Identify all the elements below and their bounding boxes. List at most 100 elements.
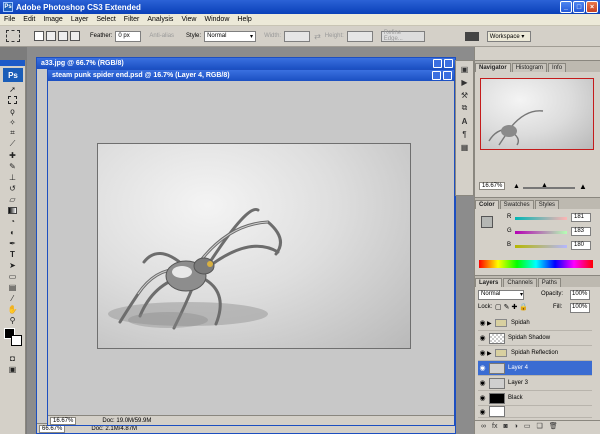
expand-triangle-icon[interactable]: ▶ (487, 350, 495, 357)
lasso-tool-icon[interactable]: ϙ (6, 106, 19, 116)
zoom-out-icon[interactable]: ▲ (513, 183, 520, 190)
healing-brush-tool-icon[interactable]: ✚ (6, 150, 19, 160)
menu-help[interactable]: Help (233, 16, 255, 23)
eraser-tool-icon[interactable]: ▱ (6, 194, 19, 204)
menu-view[interactable]: View (177, 16, 200, 23)
layer-row-partial[interactable]: ◉ (478, 406, 592, 418)
add-mask-icon[interactable]: ◙ (503, 423, 507, 430)
menu-file[interactable]: File (0, 16, 19, 23)
delete-layer-icon[interactable]: 🗑 (549, 422, 558, 430)
menu-edit[interactable]: Edit (19, 16, 39, 23)
paragraph-panel-icon[interactable]: ¶ (458, 129, 471, 139)
artwork-image[interactable] (97, 143, 411, 349)
color-spectrum-bar[interactable] (479, 260, 593, 268)
menu-analysis[interactable]: Analysis (143, 16, 177, 23)
slice-tool-icon[interactable]: ⟋ (6, 139, 19, 149)
palette-well-icon[interactable] (464, 31, 479, 41)
document-window-spider[interactable]: steam punk spider end.psd @ 16.7% (Layer… (47, 69, 455, 426)
feather-input[interactable]: 0 px (115, 30, 142, 42)
tool-presets-panel-icon[interactable]: ⚒ (458, 90, 471, 100)
menu-select[interactable]: Select (92, 16, 119, 23)
maximize-button[interactable]: □ (573, 1, 585, 13)
tab-histogram[interactable]: Histogram (511, 63, 548, 72)
new-group-icon[interactable]: ▭ (524, 422, 531, 430)
fill-input[interactable]: 100% (570, 303, 590, 313)
new-layer-icon[interactable]: ❑ (537, 422, 543, 430)
zoom-field[interactable]: 16.67% (50, 416, 77, 425)
marquee-tool-icon[interactable] (6, 95, 19, 105)
red-slider[interactable] (515, 217, 567, 220)
tab-swatches[interactable]: Swatches (499, 200, 534, 209)
document-title-a33[interactable]: a33.jpg @ 66.7% (RGB/8) (37, 58, 455, 69)
move-tool-icon[interactable]: ➚ (6, 84, 19, 94)
blue-slider[interactable] (515, 245, 567, 248)
tab-navigator[interactable]: Navigator (475, 63, 511, 72)
document-minimize-button[interactable] (432, 71, 441, 80)
blend-mode-select[interactable]: Normal ▾ (478, 290, 524, 300)
tab-color[interactable]: Color (475, 200, 499, 209)
document-title-spider[interactable]: steam punk spider end.psd @ 16.7% (Layer… (48, 70, 454, 81)
tab-paths[interactable]: Paths (537, 278, 562, 287)
path-selection-tool-icon[interactable]: ➤ (6, 260, 19, 270)
zoom-tool-icon[interactable]: ⚲ (6, 315, 19, 325)
quick-mask-icon[interactable]: ◘ (6, 353, 19, 363)
menu-window[interactable]: Window (200, 16, 233, 23)
blur-tool-icon[interactable]: ◔ (6, 216, 19, 226)
style-select[interactable]: Normal ▾ (204, 30, 257, 42)
shape-tool-icon[interactable]: ▭ (6, 271, 19, 281)
expand-triangle-icon[interactable]: ▶ (487, 320, 495, 327)
green-slider[interactable] (515, 231, 567, 234)
navigator-thumbnail[interactable] (480, 78, 594, 150)
hand-tool-icon[interactable]: ✋ (6, 304, 19, 314)
layer-row-spidah-reflection[interactable]: ◉ ▶ Spidah Reflection (478, 346, 592, 361)
layer-row-spidah-shadow[interactable]: ◉ Spidah Shadow (478, 331, 592, 346)
zoom-in-icon[interactable]: ▲ (579, 182, 587, 191)
tab-channels[interactable]: Channels (503, 278, 537, 287)
background-color-swatch[interactable] (11, 335, 22, 346)
adjustment-layer-icon[interactable]: ◑ (514, 423, 518, 430)
layer-row-spidah[interactable]: ◉ ▶ Spidah (478, 316, 592, 331)
history-brush-tool-icon[interactable]: ↺ (6, 183, 19, 193)
crop-tool-icon[interactable]: ⌗ (6, 128, 19, 138)
magic-wand-tool-icon[interactable]: ✧ (6, 117, 19, 127)
pen-tool-icon[interactable]: ✒ (6, 238, 19, 248)
layer-row-black[interactable]: ◉ Black (478, 391, 592, 406)
character-panel-icon[interactable]: A (458, 116, 471, 126)
layer-comps-panel-icon[interactable]: ⧉ (458, 103, 471, 113)
tab-styles[interactable]: Styles (534, 200, 560, 209)
height-input[interactable] (346, 30, 373, 42)
document-maximize-button[interactable] (443, 71, 452, 80)
notes-tool-icon[interactable]: ▤ (6, 282, 19, 292)
screen-mode-icon[interactable]: ▣ (6, 364, 19, 374)
layer-row-layer-3[interactable]: ◉ Layer 3 (478, 376, 592, 391)
menu-layer[interactable]: Layer (67, 16, 93, 23)
minimize-button[interactable]: _ (560, 1, 572, 13)
visibility-eye-icon[interactable]: ◉ (478, 394, 487, 402)
clone-source-panel-icon[interactable]: ▦ (458, 142, 471, 152)
zoom-slider-handle[interactable]: ▲ (541, 182, 548, 189)
layer-style-icon[interactable]: fx (492, 423, 497, 430)
opacity-input[interactable]: 100% (570, 290, 590, 300)
anti-alias-checkbox[interactable]: Anti-alias (149, 33, 174, 39)
navigator-zoom-slider[interactable] (523, 187, 575, 189)
actions-panel-icon[interactable]: ▶ (458, 77, 471, 87)
tab-info[interactable]: Info (548, 63, 567, 72)
menu-image[interactable]: Image (39, 16, 66, 23)
workspace-button[interactable]: Workspace ▾ (486, 30, 531, 42)
eyedropper-tool-icon[interactable]: ⁄ (6, 293, 19, 303)
clone-stamp-tool-icon[interactable]: ⊥ (6, 172, 19, 182)
history-panel-icon[interactable]: ▣ (458, 64, 471, 74)
visibility-eye-icon[interactable]: ◉ (478, 364, 487, 372)
visibility-eye-icon[interactable]: ◉ (478, 349, 487, 357)
visibility-eye-icon[interactable]: ◉ (478, 408, 487, 416)
visibility-eye-icon[interactable]: ◉ (478, 379, 487, 387)
color-foreground-swatch[interactable] (481, 216, 493, 228)
link-layers-icon[interactable]: ∞ (481, 423, 486, 430)
document-minimize-button[interactable] (433, 59, 442, 68)
refine-edge-button[interactable]: Refine Edge... (380, 30, 425, 42)
lock-icons[interactable]: ▢✎✚🔒 (495, 303, 530, 311)
brush-tool-icon[interactable]: ✎ (6, 161, 19, 171)
menu-filter[interactable]: Filter (120, 16, 144, 23)
navigator-zoom-field[interactable]: 16.67% (479, 182, 506, 190)
selection-mode-icons[interactable] (34, 31, 80, 41)
